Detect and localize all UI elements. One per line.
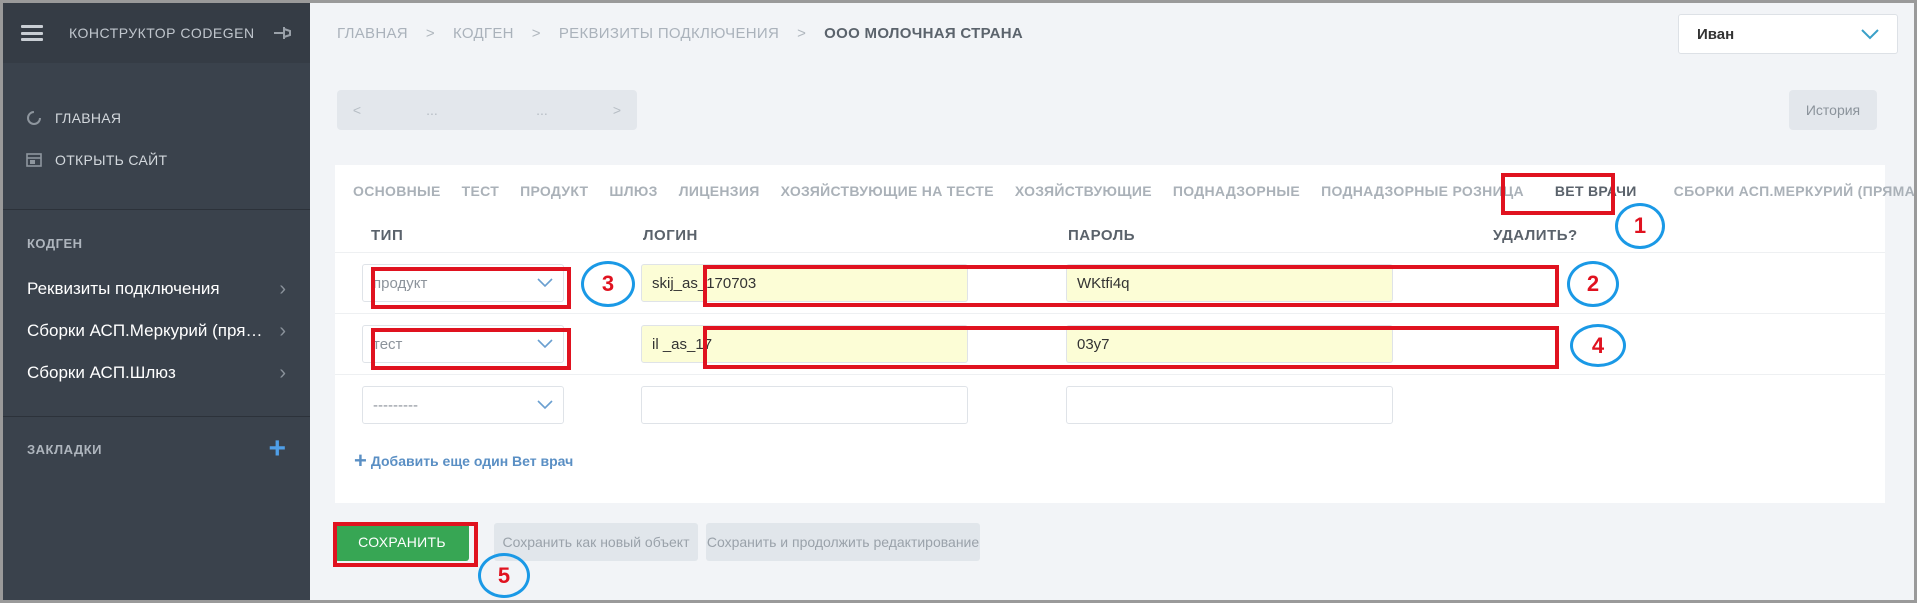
sidebar-link-home[interactable]: ГЛАВНАЯ (3, 97, 310, 139)
record-pager: < ... ... > (337, 90, 637, 130)
open-site-icon (26, 153, 42, 167)
tab-business[interactable]: ХОЗЯЙСТВУЮЩИЕ (1015, 183, 1152, 199)
sidebar-link-label: ГЛАВНАЯ (55, 110, 122, 126)
tab-bar: ОСНОВНЫЕ ТЕСТ ПРОДУКТ ШЛЮЗ ЛИЦЕНЗИЯ ХОЗЯ… (335, 165, 1914, 217)
annotation-box-save (333, 522, 478, 567)
col-delete: УДАЛИТЬ? (1493, 227, 1578, 244)
next-record-button[interactable]: > (597, 102, 637, 118)
chevron-right-icon: › (279, 361, 286, 384)
type-value: --------- (373, 396, 418, 414)
menu-icon[interactable] (21, 25, 43, 41)
breadcrumb-separator: > (797, 25, 807, 42)
tab-product[interactable]: ПРОДУКТ (520, 183, 588, 199)
add-vet-label: Добавить еще один Вет врач (370, 453, 574, 469)
tab-supervised[interactable]: ПОДНАДЗОРНЫЕ (1173, 183, 1300, 199)
breadcrumb-current: ООО МОЛОЧНАЯ СТРАНА (824, 25, 1023, 42)
sidebar-item-label: Сборки АСП.Меркурий (прямая) (27, 321, 267, 340)
chevron-down-icon (537, 400, 553, 410)
sidebar: КОНСТРУКТОР CODEGEN ГЛАВНАЯ ОТКРЫТЬ САЙТ (3, 3, 310, 600)
add-vet-link[interactable]: + Добавить еще один Вет врач (354, 448, 574, 473)
annotation-marker-3: 3 (581, 261, 635, 307)
password-input[interactable] (1066, 386, 1393, 424)
add-bookmark-icon[interactable]: + (268, 434, 286, 464)
prev-record-label[interactable]: ... (377, 102, 487, 118)
annotation-box-credentials-1 (703, 265, 1559, 307)
history-button[interactable]: История (1789, 90, 1877, 130)
tab-business-test[interactable]: ХОЗЯЙСТВУЮЩИЕ НА ТЕСТЕ (781, 183, 994, 199)
annotation-box-credentials-2 (703, 326, 1559, 369)
prev-record-button[interactable]: < (337, 102, 377, 118)
breadcrumb-connection[interactable]: РЕКВИЗИТЫ ПОДКЛЮЧЕНИЯ (559, 25, 779, 42)
breadcrumb-separator: > (531, 25, 541, 42)
bookmarks-header: ЗАКЛАДКИ + (3, 417, 310, 464)
bookmarks-label: ЗАКЛАДКИ (27, 441, 102, 457)
sidebar-item-connection[interactable]: Реквизиты подключения › (3, 268, 310, 310)
save-as-new-button[interactable]: Сохранить как новый объект (494, 523, 698, 561)
chevron-right-icon: › (279, 319, 286, 342)
sidebar-item-label: Сборки АСП.Шлюз (27, 363, 176, 382)
sidebar-section-title: КОДГЕН (27, 236, 83, 251)
chevron-down-icon (1861, 29, 1879, 40)
app-title: КОНСТРУКТОР CODEGEN (69, 25, 255, 41)
annotation-marker-5: 5 (478, 553, 530, 598)
tab-gateway[interactable]: ШЛЮЗ (609, 183, 657, 199)
type-select[interactable]: --------- (362, 386, 564, 424)
col-password: ПАРОЛЬ (1068, 227, 1136, 244)
save-continue-button[interactable]: Сохранить и продолжить редактирование (706, 523, 980, 561)
annotation-box-type-1 (371, 267, 571, 309)
next-record-label[interactable]: ... (487, 102, 597, 118)
annotation-marker-2: 2 (1567, 261, 1619, 307)
login-input[interactable] (641, 386, 968, 424)
tab-mercury-builds[interactable]: СБОРКИ АСП.МЕРКУРИЙ (ПРЯМАЯ) (1674, 183, 1914, 199)
sidebar-link-label: ОТКРЫТЬ САЙТ (55, 152, 168, 168)
col-type: ТИП (371, 227, 404, 244)
table-row: --------- (335, 375, 1885, 436)
col-login: ЛОГИН (643, 227, 698, 244)
home-spinner-icon (27, 111, 41, 125)
breadcrumb-separator: > (425, 25, 435, 42)
sidebar-item-label: Реквизиты подключения (27, 279, 220, 298)
sidebar-header: КОНСТРУКТОР CODEGEN (3, 3, 310, 63)
user-select[interactable]: Иван (1678, 14, 1898, 54)
tab-license[interactable]: ЛИЦЕНЗИЯ (679, 183, 760, 199)
annotation-box-tab (1501, 173, 1615, 215)
breadcrumb: ГЛАВНАЯ > КОДГЕН > РЕКВИЗИТЫ ПОДКЛЮЧЕНИЯ… (337, 25, 1023, 42)
tab-test[interactable]: ТЕСТ (462, 183, 499, 199)
annotation-marker-4: 4 (1570, 324, 1626, 367)
breadcrumb-home[interactable]: ГЛАВНАЯ (337, 25, 408, 42)
annotation-box-type-2 (371, 328, 571, 370)
sidebar-link-open-site[interactable]: ОТКРЫТЬ САЙТ (3, 139, 310, 181)
chevron-right-icon: › (279, 277, 286, 300)
tab-main[interactable]: ОСНОВНЫЕ (353, 183, 441, 199)
annotation-marker-1: 1 (1615, 203, 1665, 249)
sidebar-item-gateway-builds[interactable]: Сборки АСП.Шлюз › (3, 352, 310, 394)
plus-icon: + (354, 448, 367, 473)
sidebar-item-mercury-builds[interactable]: Сборки АСП.Меркурий (прямая) › (3, 310, 310, 352)
pin-icon[interactable] (272, 24, 294, 42)
tab-supervised-retail[interactable]: ПОДНАДЗОРНЫЕ РОЗНИЦА (1321, 183, 1524, 199)
breadcrumb-codegen[interactable]: КОДГЕН (453, 25, 514, 42)
app-window: КОНСТРУКТОР CODEGEN ГЛАВНАЯ ОТКРЫТЬ САЙТ (3, 3, 1914, 600)
user-name: Иван (1697, 25, 1735, 43)
